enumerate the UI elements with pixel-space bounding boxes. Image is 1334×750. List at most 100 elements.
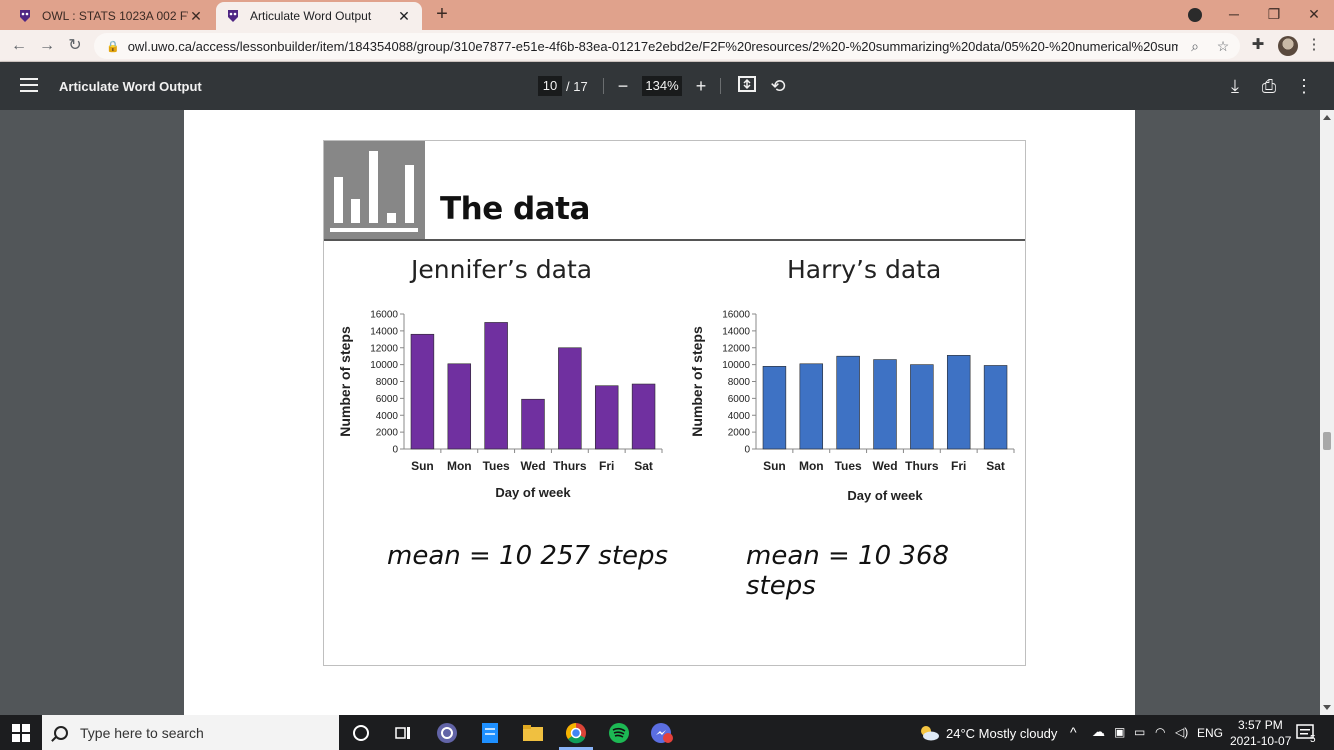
close-icon[interactable]: ✕ (396, 9, 412, 23)
notification-count: 5 (1310, 734, 1316, 745)
clock-date[interactable]: 2021-10-07 (1230, 734, 1291, 748)
tab-search-icon[interactable] (1188, 8, 1202, 22)
fit-page-icon[interactable] (736, 75, 758, 97)
word-doc-icon[interactable] (477, 720, 503, 746)
x-tick-label: Fri (951, 459, 966, 473)
y-tick-label: 0 (392, 445, 398, 456)
windows-start-icon[interactable] (12, 724, 30, 742)
zoom-out-icon[interactable]: − (612, 75, 634, 97)
avatar[interactable] (1278, 36, 1298, 56)
minimize-icon[interactable]: ─ (1214, 4, 1254, 26)
omnibox[interactable]: 🔒 owl.uwo.ca/access/lessonbuilder/item/1… (94, 33, 1240, 59)
weather-text[interactable]: 24°C Mostly cloudy (946, 726, 1057, 741)
onedrive-icon[interactable]: ☁ (1092, 724, 1105, 740)
y-tick-label: 6000 (728, 394, 751, 405)
x-axis-label: Day of week (847, 488, 923, 503)
y-tick-label: 14000 (370, 326, 398, 337)
tab-articulate[interactable]: Articulate Word Output ✕ (216, 2, 422, 30)
page-number-input[interactable]: 10 (538, 76, 562, 96)
restore-icon[interactable]: ❐ (1254, 4, 1294, 26)
x-tick-label: Sun (411, 459, 434, 473)
spotify-icon[interactable] (606, 720, 632, 746)
window-close-icon[interactable]: ✕ (1294, 4, 1334, 26)
kebab-menu-icon[interactable]: ⋮ (1304, 35, 1324, 55)
file-explorer-icon[interactable] (520, 720, 546, 746)
x-tick-label: Mon (799, 459, 824, 473)
star-icon[interactable]: ☆ (1214, 37, 1232, 55)
x-tick-label: Sun (763, 459, 786, 473)
x-tick-label: Mon (447, 459, 472, 473)
bar-mon (799, 363, 824, 450)
tab-title: OWL : STATS 1023A 002 FW21 : L (42, 9, 188, 23)
scroll-down-icon[interactable] (1323, 705, 1331, 710)
url-text[interactable]: owl.uwo.ca/access/lessonbuilder/item/184… (128, 39, 1178, 54)
chevron-up-icon[interactable]: ^ (1070, 724, 1077, 740)
slide: The data Jennifer’s data Harry’s data 0 2… (323, 140, 1026, 666)
y-tick-label: 2000 (376, 428, 399, 439)
taskbar-search-input[interactable]: Type here to search (42, 715, 339, 750)
y-tick-label: 12000 (722, 343, 750, 354)
x-tick-label: Thurs (905, 459, 939, 473)
bar-sun (410, 333, 435, 450)
cortana-icon[interactable] (348, 720, 374, 746)
lock-icon[interactable]: 🔒 (106, 40, 120, 53)
bar-fri (946, 355, 971, 450)
x-tick-label: Sat (634, 459, 653, 473)
rotate-icon[interactable]: ⟲ (767, 75, 789, 97)
zoom-icon[interactable]: ⌕ (1186, 37, 1204, 55)
hamburger-menu-icon[interactable] (20, 78, 38, 92)
tab-owl[interactable]: OWL : STATS 1023A 002 FW21 : L ✕ (8, 2, 214, 30)
more-options-icon[interactable]: ⋮ (1293, 75, 1315, 97)
download-icon[interactable]: ⤓ (1224, 75, 1246, 97)
y-axis-label: Number of steps (337, 326, 353, 437)
y-axis-label: Number of steps (689, 326, 705, 437)
browser-tab-strip: OWL : STATS 1023A 002 FW21 : L ✕ Articul… (0, 0, 1334, 30)
scrollbar[interactable] (1320, 110, 1334, 715)
y-tick-label: 16000 (370, 310, 398, 321)
bar-sat (983, 365, 1008, 450)
harry-chart-title: Harry’s data (787, 255, 942, 284)
volume-icon[interactable]: ◁) (1175, 725, 1188, 739)
y-tick-label: 12000 (370, 343, 398, 354)
jennifer-chart-title: Jennifer’s data (411, 255, 593, 284)
divider (720, 78, 721, 94)
chrome-icon[interactable] (563, 720, 589, 746)
y-tick-label: 14000 (722, 326, 750, 337)
search-icon (54, 725, 68, 740)
scrollbar-thumb[interactable] (1323, 432, 1331, 450)
harry-mean: mean = 10 368 steps (746, 541, 950, 601)
zoom-input[interactable]: 134% (642, 76, 682, 96)
zoom-in-icon[interactable]: + (690, 75, 712, 97)
task-view-icon[interactable] (390, 720, 416, 746)
back-icon[interactable]: ← (8, 35, 30, 57)
pdf-title: Articulate Word Output (59, 79, 202, 94)
x-axis-label: Day of week (495, 485, 571, 500)
battery-icon[interactable]: ▭ (1134, 725, 1145, 739)
owl-favicon-icon (226, 9, 240, 23)
bar-mon (447, 363, 472, 450)
messenger-icon[interactable] (649, 720, 675, 746)
y-tick-label: 0 (744, 445, 750, 456)
forward-icon[interactable]: → (36, 35, 58, 57)
x-tick-label: Wed (520, 459, 545, 473)
cloudy-weather-icon[interactable] (916, 720, 942, 746)
meet-now-icon[interactable]: ▣ (1114, 725, 1125, 739)
y-tick-label: 2000 (728, 428, 751, 439)
x-tick-label: Fri (599, 459, 614, 473)
clock-time[interactable]: 3:57 PM (1238, 718, 1283, 732)
language-indicator[interactable]: ENG (1197, 726, 1223, 740)
bar-sun (762, 366, 787, 450)
x-tick-label: Tues (835, 459, 862, 473)
wifi-icon[interactable]: ◠ (1155, 725, 1165, 739)
scroll-up-icon[interactable] (1323, 115, 1331, 120)
app-icon[interactable] (434, 720, 460, 746)
pdf-toolbar: Articulate Word Output 10 / 17 − 134% + … (0, 62, 1334, 110)
extensions-icon[interactable]: ✚ (1248, 35, 1268, 55)
notifications-icon[interactable] (1294, 720, 1320, 746)
x-tick-label: Wed (872, 459, 897, 473)
close-icon[interactable]: ✕ (188, 9, 204, 23)
reload-icon[interactable]: ↻ (64, 35, 86, 57)
print-icon[interactable]: ⎙ (1258, 75, 1280, 97)
bar-tues (484, 322, 508, 450)
new-tab-icon[interactable]: + (430, 4, 454, 26)
